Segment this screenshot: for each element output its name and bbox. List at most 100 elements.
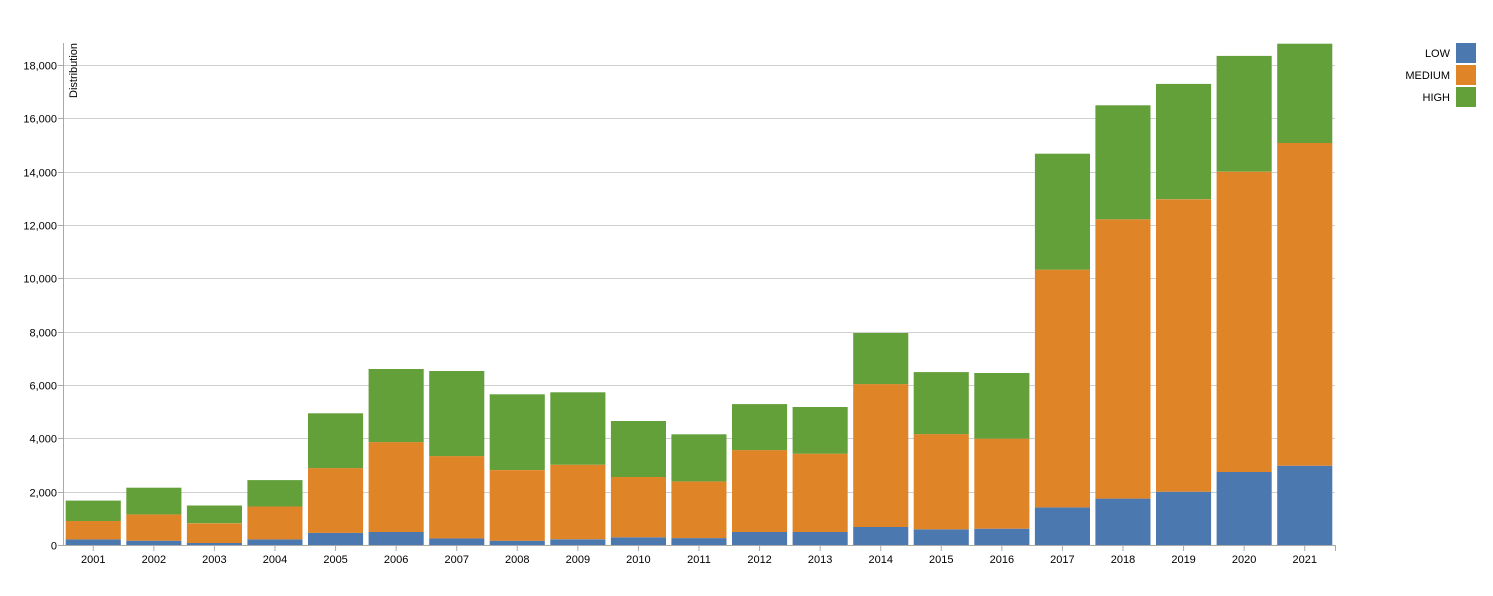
x-tick-label: 2001 — [81, 554, 105, 566]
bar-high-2015 — [913, 372, 969, 435]
bar-medium-2021 — [1277, 143, 1333, 466]
x-tick-label: 2011 — [687, 554, 711, 566]
bar-low-2014 — [853, 527, 909, 545]
y-tick-label: 0 — [51, 541, 57, 553]
bar-low-2015 — [913, 529, 969, 545]
x-tick-label: 2010 — [626, 554, 650, 566]
stacked-bar-chart: 0 2,000 4,000 6,000 8,000 10,000 12,000 14,000 1… — [23, 43, 1476, 566]
legend-label-low: LOW — [1425, 48, 1451, 60]
bar-high-2010 — [610, 421, 666, 477]
bar-high-2001 — [65, 500, 121, 521]
legend-label-high: HIGH — [1423, 92, 1451, 104]
bar-medium-2007 — [429, 456, 485, 539]
bar-low-2003 — [186, 543, 242, 545]
bar-medium-2014 — [853, 384, 909, 527]
y-axis-title: Distribution — [68, 43, 80, 98]
bar-high-2014 — [853, 333, 909, 385]
bar-medium-2017 — [1034, 269, 1090, 508]
bar-medium-2002 — [126, 514, 182, 541]
x-tick-label: 2005 — [323, 554, 347, 566]
bar-low-2012 — [732, 531, 788, 545]
bar-high-2012 — [732, 404, 788, 451]
bar-medium-2008 — [489, 470, 545, 541]
bar-high-2003 — [186, 505, 242, 524]
x-tick-label: 2018 — [1111, 554, 1135, 566]
y-tick-label: 12,000 — [23, 221, 57, 233]
bar-medium-2011 — [671, 481, 727, 539]
bar-high-2011 — [671, 434, 727, 482]
bar-high-2002 — [126, 487, 182, 515]
x-tick-label: 2012 — [747, 554, 771, 566]
bar-medium-2020 — [1216, 171, 1272, 472]
bar-high-2007 — [429, 371, 485, 457]
bar-medium-2001 — [65, 521, 121, 540]
legend-label-medium: MEDIUM — [1405, 70, 1450, 82]
bar-low-2004 — [247, 539, 303, 545]
legend-swatch-low — [1456, 43, 1476, 63]
bar-low-2016 — [974, 528, 1030, 545]
bar-medium-2016 — [974, 438, 1030, 529]
bar-high-2013 — [792, 407, 848, 454]
bar-low-2021 — [1277, 465, 1333, 545]
x-tick-label: 2009 — [566, 554, 590, 566]
x-tick-label: 2017 — [1050, 554, 1074, 566]
bar-medium-2003 — [186, 523, 242, 543]
bar-low-2005 — [308, 532, 364, 545]
x-tick-label: 2007 — [444, 554, 468, 566]
bar-low-2001 — [65, 539, 121, 545]
bar-medium-2015 — [913, 434, 969, 530]
bar-medium-2009 — [550, 464, 606, 540]
y-tick-label: 2,000 — [29, 488, 57, 500]
y-tick-label: 6,000 — [29, 381, 57, 393]
bar-medium-2013 — [792, 453, 848, 532]
y-tick-label: 8,000 — [29, 328, 57, 340]
y-tick-label: 14,000 — [23, 168, 57, 180]
x-tick-label: 2006 — [384, 554, 408, 566]
x-tick-label: 2019 — [1171, 554, 1195, 566]
bar-medium-2006 — [368, 442, 424, 532]
bar-low-2020 — [1216, 471, 1272, 545]
bar-medium-2018 — [1095, 219, 1151, 499]
bar-low-2017 — [1034, 507, 1090, 545]
y-tick-label: 4,000 — [29, 434, 57, 446]
bar-high-2019 — [1156, 83, 1212, 200]
x-tick-label: 2002 — [142, 554, 166, 566]
x-tick-label: 2016 — [990, 554, 1014, 566]
bar-low-2006 — [368, 531, 424, 545]
bar-low-2013 — [792, 531, 848, 545]
bar-high-2020 — [1216, 55, 1272, 172]
bar-medium-2012 — [732, 450, 788, 532]
bar-high-2005 — [308, 413, 364, 469]
legend-swatch-medium — [1456, 65, 1476, 85]
bar-high-2017 — [1034, 153, 1090, 270]
bar-high-2009 — [550, 392, 606, 465]
bar-high-2018 — [1095, 105, 1151, 220]
bar-low-2002 — [126, 540, 182, 545]
x-tick-label: 2014 — [868, 554, 892, 566]
y-tick-label: 18,000 — [23, 61, 57, 73]
y-tick-label: 16,000 — [23, 114, 57, 126]
x-tick-label: 2013 — [808, 554, 832, 566]
bar-medium-2005 — [308, 468, 364, 533]
bar-low-2019 — [1156, 491, 1212, 545]
x-tick-label: 2021 — [1292, 554, 1316, 566]
bar-high-2004 — [247, 480, 303, 507]
bar-medium-2010 — [610, 477, 666, 538]
legend-swatch-high — [1456, 87, 1476, 107]
x-tick-label: 2003 — [202, 554, 226, 566]
bar-high-2021 — [1277, 43, 1333, 144]
bar-high-2008 — [489, 394, 545, 470]
bar-medium-2019 — [1156, 199, 1212, 492]
y-tick-label: 10,000 — [23, 274, 57, 286]
x-tick-label: 2015 — [929, 554, 953, 566]
bar-high-2016 — [974, 373, 1030, 439]
bar-low-2011 — [671, 538, 727, 545]
bar-low-2007 — [429, 538, 485, 545]
x-tick-label: 2020 — [1232, 554, 1256, 566]
bar-low-2009 — [550, 539, 606, 545]
bar-high-2006 — [368, 369, 424, 443]
x-tick-label: 2004 — [263, 554, 287, 566]
bar-low-2010 — [610, 537, 666, 545]
bar-low-2008 — [489, 540, 545, 545]
bar-medium-2004 — [247, 506, 303, 540]
